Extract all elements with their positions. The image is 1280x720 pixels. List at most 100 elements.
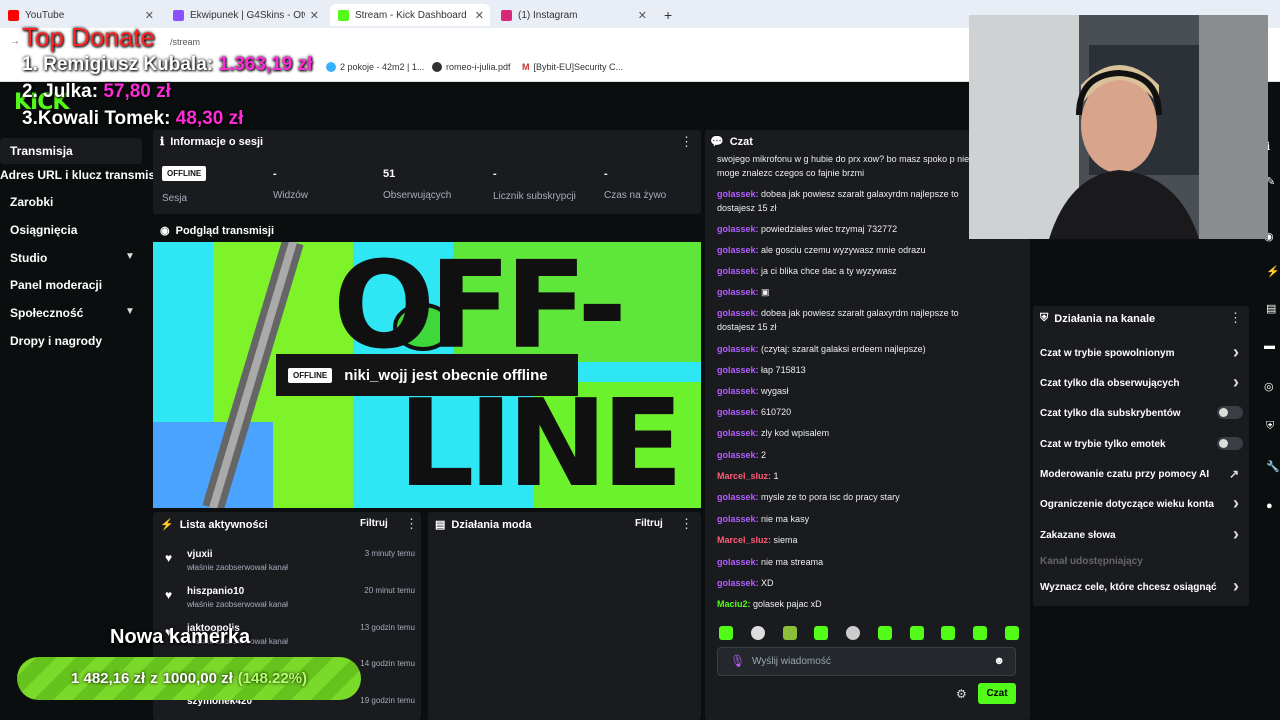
- chat-username[interactable]: golassek:: [717, 492, 759, 502]
- emote-icon[interactable]: [1004, 626, 1019, 640]
- emote-icon[interactable]: [782, 626, 797, 640]
- chevron-right-icon[interactable]: ›: [1233, 342, 1239, 363]
- chevron-right-icon[interactable]: ›: [1233, 576, 1239, 597]
- chat-username[interactable]: golassek:: [717, 287, 759, 297]
- sidebar-item-drops[interactable]: Dropy i nagrody: [10, 334, 102, 348]
- chat-username[interactable]: Maciu2:: [717, 599, 751, 609]
- more-options-icon[interactable]: ⋮: [1229, 310, 1242, 326]
- chevron-right-icon[interactable]: ›: [1233, 493, 1239, 514]
- chat-username[interactable]: golassek:: [717, 450, 759, 460]
- chat-send-button[interactable]: Czat: [978, 683, 1016, 704]
- url-text[interactable]: /stream: [170, 37, 200, 47]
- wrench-icon[interactable]: 🔧: [1266, 460, 1280, 473]
- channel-action-item[interactable]: Czat w trybie spowolnionym ›: [1040, 342, 1245, 362]
- channel-action-item[interactable]: Czat tylko dla obserwujących ›: [1040, 372, 1245, 392]
- browser-tab-g4skins[interactable]: Ekwipunek | G4Skins - Otwiera ✕: [165, 4, 325, 26]
- emote-icon[interactable]: [814, 626, 829, 640]
- microphone-icon[interactable]: 🎙: [730, 654, 745, 668]
- channel-action-item[interactable]: Moderowanie czatu przy pomocy AI ↗: [1040, 467, 1245, 481]
- chat-username[interactable]: golassek:: [717, 308, 759, 318]
- broadcast-icon[interactable]: ◎: [1264, 380, 1274, 393]
- emoji-icon[interactable]: ☻: [993, 655, 1005, 667]
- bookmark-item[interactable]: 2 pokoje - 42m2 | 1...: [326, 62, 424, 72]
- activity-username[interactable]: vjuxii: [187, 549, 213, 560]
- more-options-icon[interactable]: ⋮: [680, 134, 693, 150]
- sidebar-item-achievements[interactable]: Osiągnięcia: [10, 223, 77, 237]
- bookmark-item[interactable]: romeo-i-julia.pdf: [432, 62, 511, 72]
- document-icon[interactable]: ▤: [1266, 302, 1276, 315]
- gear-icon[interactable]: ⚙: [956, 687, 967, 701]
- chat-username[interactable]: golassek:: [717, 386, 759, 396]
- more-options-icon[interactable]: ⋮: [405, 516, 418, 532]
- channel-action-item[interactable]: Ograniczenie dotyczące wieku konta ›: [1040, 493, 1245, 513]
- webcam-image: [969, 15, 1268, 239]
- close-icon[interactable]: ✕: [310, 9, 319, 22]
- chevron-down-icon[interactable]: ▼: [125, 251, 135, 262]
- channel-action-item[interactable]: Czat w trybie tylko emotek: [1040, 437, 1245, 450]
- activity-filter-button[interactable]: Filtruj: [360, 518, 388, 529]
- chat-icon: 💬: [710, 136, 724, 148]
- arrow-right-icon[interactable]: →: [10, 36, 20, 47]
- channel-action-item[interactable]: Czat tylko dla subskrybentów: [1040, 406, 1245, 419]
- bookmark-item[interactable]: M [Bybit-EU]Security C...: [522, 62, 623, 72]
- sidebar-item-earnings[interactable]: Zarobki: [10, 195, 53, 209]
- chat-username[interactable]: golassek:: [717, 245, 759, 255]
- chat-username[interactable]: golassek:: [717, 407, 759, 417]
- stat-value: -: [493, 168, 497, 180]
- close-icon[interactable]: ✕: [638, 9, 647, 22]
- stream-preview[interactable]: OFF- LINE OFFLINE niki_wojj jest obecnie…: [153, 242, 701, 508]
- activity-time: 3 minuty temu: [364, 549, 415, 558]
- emote-icon[interactable]: [750, 626, 765, 640]
- chat-username[interactable]: golassek:: [717, 224, 759, 234]
- chevron-right-icon[interactable]: ›: [1233, 524, 1239, 545]
- mod-filter-button[interactable]: Filtruj: [635, 518, 663, 529]
- chevron-right-icon[interactable]: ›: [1233, 372, 1239, 393]
- sidebar-item-transmisja[interactable]: Transmisja: [0, 138, 142, 164]
- chat-username[interactable]: golassek:: [717, 428, 759, 438]
- browser-tab-kick[interactable]: Stream - Kick Dashboard ✕: [330, 4, 490, 26]
- close-icon[interactable]: ✕: [145, 9, 154, 22]
- channel-action-label: Moderowanie czatu przy pomocy AI: [1040, 469, 1210, 480]
- emote-icon[interactable]: [877, 626, 892, 640]
- activity-username[interactable]: hiszpanio10: [187, 586, 244, 597]
- chat-username[interactable]: Marcel_sluz:: [717, 471, 771, 481]
- shield-icon[interactable]: ⛨: [1266, 420, 1274, 433]
- chat-username[interactable]: golassek:: [717, 189, 759, 199]
- sidebar-item-stream-key[interactable]: Adres URL i klucz transmisji: [0, 168, 162, 182]
- sidebar-item-community[interactable]: Społeczność: [10, 306, 83, 320]
- chevron-down-icon[interactable]: ▼: [125, 306, 135, 317]
- chat-username[interactable]: golassek:: [717, 344, 759, 354]
- goal-current: 1 482,16 zł: [70, 670, 146, 687]
- channel-action-item[interactable]: Zakazane słowa ›: [1040, 524, 1245, 544]
- chat-username[interactable]: golassek:: [717, 266, 759, 276]
- more-options-icon[interactable]: ⋮: [680, 516, 693, 532]
- new-tab-button[interactable]: +: [656, 4, 678, 26]
- users-icon[interactable]: ●: [1266, 500, 1273, 512]
- chat-input-placeholder[interactable]: Wyślij wiadomość: [752, 656, 831, 667]
- sidebar-item-moderation[interactable]: Panel moderacji: [10, 278, 102, 292]
- activity-time: 19 godzin temu: [360, 696, 415, 705]
- chat-username[interactable]: golassek:: [717, 514, 759, 524]
- chat-input[interactable]: 🎙 Wyślij wiadomość ☻: [717, 647, 1016, 676]
- chat-icon[interactable]: ▬: [1264, 340, 1275, 352]
- offline-art-text-bottom: LINE: [398, 375, 684, 508]
- emote-icon[interactable]: [846, 626, 861, 640]
- lightning-icon[interactable]: ⚡: [1266, 265, 1280, 278]
- emote-icon[interactable]: [941, 626, 956, 640]
- close-icon[interactable]: ✕: [475, 9, 484, 22]
- preview-header: ◉ Podgląd transmisji: [160, 224, 274, 238]
- chat-username[interactable]: Marcel_sluz:: [717, 535, 771, 545]
- toggle-switch[interactable]: [1217, 406, 1243, 419]
- external-link-icon[interactable]: ↗: [1229, 467, 1239, 481]
- emote-icon[interactable]: [719, 626, 733, 640]
- activity-item: ♥ vjuxii właśnie zaobserwował kanał 3 mi…: [165, 549, 415, 585]
- chat-username[interactable]: golassek:: [717, 365, 759, 375]
- channel-action-item[interactable]: Wyznacz cele, które chcesz osiągnąć ›: [1040, 576, 1245, 596]
- sidebar-item-studio[interactable]: Studio: [10, 251, 47, 265]
- chat-username[interactable]: golassek:: [717, 557, 759, 567]
- toggle-switch[interactable]: [1217, 437, 1243, 450]
- chat-username[interactable]: golassek:: [717, 578, 759, 588]
- emote-icon[interactable]: [973, 626, 988, 640]
- emote-icon[interactable]: [909, 626, 924, 640]
- browser-tab-instagram[interactable]: (1) Instagram ✕: [493, 4, 653, 26]
